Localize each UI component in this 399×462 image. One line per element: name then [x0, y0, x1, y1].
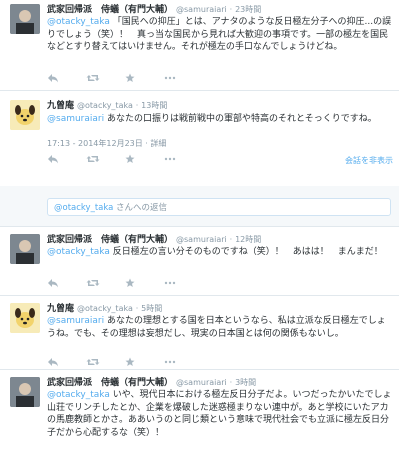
divider: [0, 226, 399, 227]
author-handle[interactable]: @otacky_taka: [77, 101, 133, 110]
tweet-text: @samuraiari あなたの口振りは戦前戦中の軍部や特高のそれとそっくりです…: [47, 113, 392, 126]
tweet-text: @otacky_taka 反日極左の言い分そのものですね（笑）！ あはは！ まん…: [47, 246, 392, 259]
separator: ·: [135, 101, 139, 110]
tweet-actions: [47, 73, 200, 83]
favorite-icon[interactable]: [125, 73, 137, 83]
more-icon[interactable]: [164, 278, 176, 288]
reply-mention: @otacky_taka: [54, 203, 114, 213]
avatar[interactable]: [10, 4, 40, 34]
separator: ·: [135, 304, 139, 313]
tweet-actions: [47, 154, 200, 164]
reply-icon[interactable]: [47, 154, 59, 164]
author-handle[interactable]: @otacky_taka: [77, 304, 133, 313]
author-name[interactable]: 九曾庵: [47, 304, 74, 314]
tweet-header: 九曾庵 @otacky_taka · 13時間: [47, 100, 167, 112]
retweet-icon[interactable]: [86, 357, 100, 367]
tweet-header: 武家回帰派 侍蟻（有門大輔） @samuraiari · 3時間: [47, 377, 256, 389]
tweet-body: 反日極左の言い分そのものですね（笑）！ あはは！ まんまだ！: [112, 247, 383, 257]
separator: ·: [229, 5, 233, 14]
hide-conversation-link[interactable]: 会話を非表示: [345, 155, 393, 166]
tweet-time[interactable]: 13時間: [141, 101, 167, 110]
retweet-icon[interactable]: [86, 73, 100, 83]
mention-link[interactable]: @samuraiari: [47, 316, 104, 326]
more-icon[interactable]: [164, 357, 176, 367]
favorite-icon[interactable]: [125, 278, 137, 288]
tweet-text: @samuraiari あなたの理想とする国を日本というなら、私は立派な反日極左…: [47, 315, 392, 340]
tweet-text: @otacky_taka 「国民への抑圧」とは、アナタのような反日極左分子への抑…: [47, 16, 392, 54]
author-name[interactable]: 九曾庵: [47, 101, 74, 111]
author-name[interactable]: 武家回帰派 侍蟻（有門大輔）: [47, 235, 173, 245]
retweet-icon[interactable]: [86, 154, 100, 164]
divider: [0, 295, 399, 296]
tweet-text: @otacky_taka いや、現代日本における極左反日分子だよ。いつだったかい…: [47, 389, 392, 439]
tweet-time[interactable]: 23時間: [235, 5, 261, 14]
tweet-body: あなたの口振りは戦前戦中の軍部や特高のそれとそっくりですね。: [106, 114, 377, 124]
tweet-time[interactable]: 3時間: [235, 378, 256, 387]
tweet-time[interactable]: 12時間: [235, 235, 261, 244]
author-name[interactable]: 武家回帰派 侍蟻（有門大輔）: [47, 378, 173, 388]
reply-input[interactable]: @otacky_taka さんへの返信: [47, 198, 391, 216]
more-icon[interactable]: [164, 154, 176, 164]
mention-link[interactable]: @otacky_taka: [47, 17, 110, 27]
reply-icon[interactable]: [47, 278, 59, 288]
favorite-icon[interactable]: [125, 154, 137, 164]
tweet-1: 武家回帰派 侍蟻（有門大輔） @samuraiari · 23時間 @otacky…: [0, 4, 399, 86]
tweet-timestamp-details[interactable]: 17:13 - 2014年12月23日 · 詳細: [47, 138, 166, 149]
reply-icon[interactable]: [47, 73, 59, 83]
retweet-icon[interactable]: [86, 278, 100, 288]
mention-link[interactable]: @samuraiari: [47, 114, 104, 124]
author-handle[interactable]: @samuraiari: [176, 378, 227, 387]
separator: ·: [229, 378, 233, 387]
tweet-header: 武家回帰派 侍蟻（有門大輔） @samuraiari · 12時間: [47, 234, 261, 246]
tweet-2: 九曾庵 @otacky_taka · 13時間 @samuraiari あなたの口…: [0, 100, 399, 170]
tweet-actions: [47, 278, 200, 288]
mention-link[interactable]: @otacky_taka: [47, 247, 110, 257]
reply-icon[interactable]: [47, 357, 59, 367]
avatar[interactable]: [10, 100, 40, 130]
tweet-3: 武家回帰派 侍蟻（有門大輔） @samuraiari · 12時間 @otacky…: [0, 234, 399, 290]
tweet-header: 武家回帰派 侍蟻（有門大輔） @samuraiari · 23時間: [47, 4, 261, 16]
tweet-4: 九曾庵 @otacky_taka · 5時間 @samuraiari あなたの理想…: [0, 303, 399, 367]
tweet-actions: [47, 357, 200, 367]
author-name[interactable]: 武家回帰派 侍蟻（有門大輔）: [47, 5, 173, 15]
avatar[interactable]: [10, 303, 40, 333]
separator: ·: [229, 235, 233, 244]
divider: [0, 90, 399, 91]
divider: [0, 369, 399, 370]
avatar[interactable]: [10, 234, 40, 264]
tweet-time[interactable]: 5時間: [141, 304, 162, 313]
favorite-icon[interactable]: [125, 357, 137, 367]
tweet-header: 九曾庵 @otacky_taka · 5時間: [47, 303, 162, 315]
author-handle[interactable]: @samuraiari: [176, 5, 227, 14]
author-handle[interactable]: @samuraiari: [176, 235, 227, 244]
tweet-5: 武家回帰派 侍蟻（有門大輔） @samuraiari · 3時間 @otacky_…: [0, 377, 399, 462]
mention-link[interactable]: @otacky_taka: [47, 390, 110, 400]
avatar[interactable]: [10, 377, 40, 407]
reply-placeholder: さんへの返信: [116, 203, 168, 213]
more-icon[interactable]: [164, 73, 176, 83]
